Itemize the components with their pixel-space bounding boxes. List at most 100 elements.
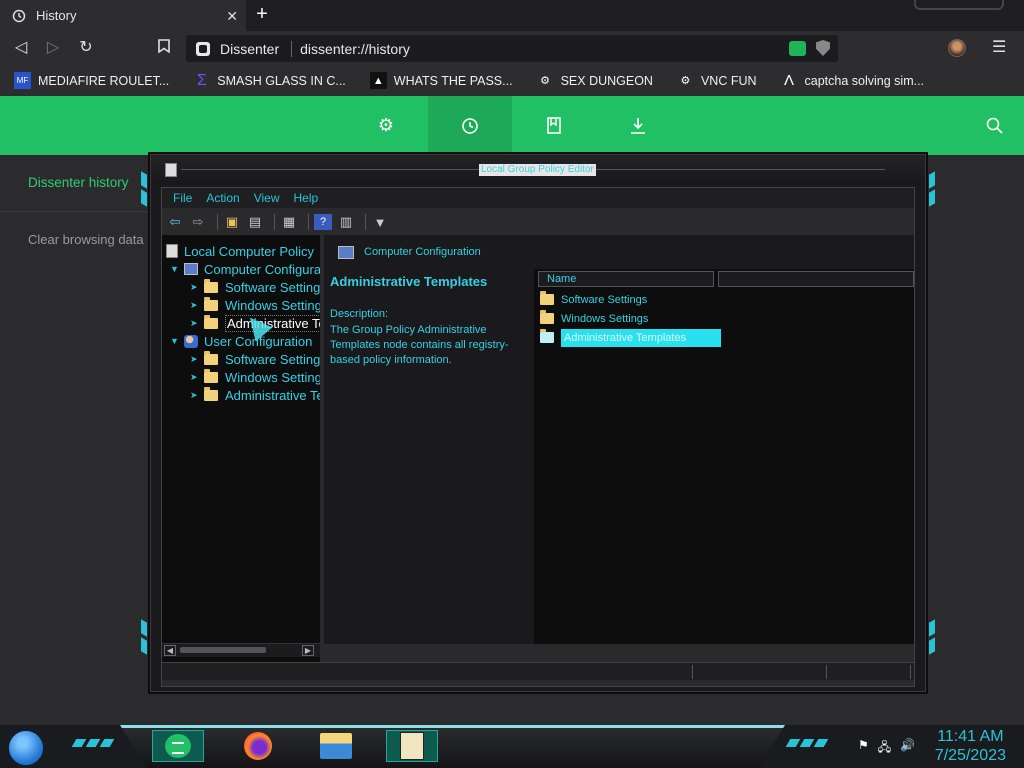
bookmark-item[interactable]: MF MEDIAFIRE ROULET... xyxy=(14,72,169,89)
forward-arrow-icon[interactable]: ⇨ xyxy=(189,214,207,230)
tree-label: Local Computer Policy xyxy=(184,243,315,259)
folder-icon xyxy=(540,291,554,305)
collapse-arrow-icon[interactable]: ➤ xyxy=(190,318,200,329)
network-icon[interactable]: 🖧 xyxy=(878,738,891,759)
bookmark-item[interactable]: ⚙ VNC FUN xyxy=(677,72,757,89)
window-titlebar[interactable]: Local Group Policy Editor xyxy=(151,155,925,185)
collapse-arrow-icon[interactable]: ➤ xyxy=(190,390,200,401)
tree-item-windows-settings[interactable]: ➤ Windows Settings xyxy=(190,296,320,314)
clock-date: 7/25/2023 xyxy=(934,747,1006,764)
site-name: Dissenter xyxy=(220,40,280,57)
back-icon[interactable]: ◁ xyxy=(12,39,30,57)
toolbar-separator xyxy=(365,214,366,230)
url-text[interactable]: dissenter://history xyxy=(300,41,410,57)
sigma-icon: Σ xyxy=(196,71,207,89)
column-header-name[interactable]: Name xyxy=(538,271,714,287)
list-item-administrative-templates[interactable]: Administrative Templates xyxy=(540,328,721,347)
volume-icon[interactable]: 🔊 xyxy=(900,738,915,759)
flag-icon[interactable]: ⚑ xyxy=(858,738,869,759)
mediafire-icon: MF xyxy=(14,72,31,89)
collapse-arrow-icon[interactable]: ➤ xyxy=(190,300,200,311)
bookmark-item[interactable]: Λ captcha solving sim... xyxy=(781,72,925,89)
help-icon[interactable]: ? xyxy=(314,214,332,230)
column-header-empty[interactable] xyxy=(718,271,914,287)
folder-icon xyxy=(204,314,218,329)
collapse-arrow-icon[interactable]: ➤ xyxy=(190,282,200,293)
menu-help[interactable]: Help xyxy=(294,191,319,205)
folder-icon xyxy=(204,278,218,293)
tree-item-user-windows-settings[interactable]: ➤ Windows Settings xyxy=(190,368,320,386)
scrollbar-thumb[interactable] xyxy=(180,647,266,653)
history-icon[interactable] xyxy=(428,96,512,155)
menu-view[interactable]: View xyxy=(254,191,280,205)
file-explorer-icon xyxy=(320,733,352,759)
taskbar-app-dissenter[interactable] xyxy=(152,730,204,762)
tree-item-user-configuration[interactable]: ▼ User Configuration xyxy=(170,332,312,350)
expand-arrow-icon[interactable]: ▼ xyxy=(170,264,180,274)
list-item-software-settings[interactable]: Software Settings xyxy=(540,291,647,308)
bookmark-item[interactable]: Σ SMASH GLASS IN C... xyxy=(193,72,346,89)
tree-horizontal-scrollbar[interactable]: ◀ ▶ xyxy=(162,643,320,657)
taskbar-app-policy-editor[interactable] xyxy=(386,730,438,762)
back-arrow-icon[interactable]: ⇦ xyxy=(166,214,184,230)
scroll-right-icon[interactable]: ▶ xyxy=(302,645,314,656)
status-segment xyxy=(692,665,693,679)
menu-action[interactable]: Action xyxy=(206,191,239,205)
page-title[interactable]: Dissenter history xyxy=(28,175,129,190)
new-tab-button[interactable]: + xyxy=(252,4,272,25)
tab-history[interactable]: History ✕ xyxy=(0,0,246,31)
taskbar-app-file-explorer[interactable] xyxy=(310,730,362,762)
list-item-windows-settings[interactable]: Windows Settings xyxy=(540,310,648,327)
address-bar[interactable]: Dissenter dissenter://history xyxy=(186,35,838,62)
list-item-label: Software Settings xyxy=(561,293,648,306)
taskbar-apps xyxy=(120,725,785,768)
bookmark-label: SMASH GLASS IN C... xyxy=(217,73,346,88)
up-folder-icon[interactable]: ▣ xyxy=(223,214,241,230)
start-button[interactable] xyxy=(8,730,44,766)
bookmarks-icon[interactable] xyxy=(512,96,596,155)
forward-icon[interactable]: ▷ xyxy=(44,39,62,57)
bookmark-label: captcha solving sim... xyxy=(804,73,925,88)
folder-icon xyxy=(540,310,554,324)
scroll-left-icon[interactable]: ◀ xyxy=(164,645,176,656)
navigation-bar: ◁ ▷ ↻ Dissenter dissenter://history ☰ xyxy=(0,31,1024,65)
bookmark-item[interactable]: ▲ WHATS THE PASS... xyxy=(369,72,513,89)
reload-icon[interactable]: ↻ xyxy=(77,39,95,57)
bookmark-icon[interactable] xyxy=(155,39,173,57)
clock[interactable]: 11:41 AM 7/25/2023 xyxy=(935,727,1006,765)
tree-item-user-administrative-templates[interactable]: ➤ Administrative Templates xyxy=(190,386,320,404)
list-item-label: Administrative Templates xyxy=(561,328,721,347)
list-item-label: Windows Settings xyxy=(561,312,649,325)
taskbar-app-firefox[interactable] xyxy=(232,730,284,762)
clock-time: 11:41 AM xyxy=(937,728,1004,745)
collapse-arrow-icon[interactable]: ➤ xyxy=(190,372,200,383)
filter-icon[interactable]: ▼ xyxy=(371,214,389,230)
settings-icon[interactable]: ⚙ xyxy=(344,96,428,155)
clear-browsing-data-link[interactable]: Clear browsing data xyxy=(28,232,144,247)
show-hide-tree-icon[interactable]: ▤ xyxy=(246,214,264,230)
profile-avatar[interactable] xyxy=(948,39,966,57)
menu-icon[interactable]: ☰ xyxy=(992,37,1006,57)
search-icon[interactable] xyxy=(952,96,1024,155)
close-tab-icon[interactable]: ✕ xyxy=(226,8,238,25)
export-list-icon[interactable]: ▦ xyxy=(280,214,298,230)
details-header: Computer Configuration xyxy=(324,235,914,269)
address-bar-actions xyxy=(789,40,830,56)
menu-file[interactable]: File xyxy=(173,191,192,205)
toolbar: ⇦ ⇨ ▣ ▤ ▦ ? ▥ ▼ xyxy=(162,210,914,234)
expand-arrow-icon[interactable]: ▼ xyxy=(170,336,180,346)
tree-item-user-software-settings[interactable]: ➤ Software Settings xyxy=(190,350,320,368)
bookmark-item[interactable]: ⚙ SEX DUNGEON xyxy=(537,72,653,89)
tree-item-local-computer-policy[interactable]: Local Computer Policy xyxy=(166,242,314,260)
collapse-arrow-icon[interactable]: ➤ xyxy=(190,354,200,365)
tree-item-software-settings[interactable]: ➤ Software Settings xyxy=(190,278,320,296)
toolbar-separator xyxy=(217,214,218,230)
site-indicator[interactable]: Dissenter xyxy=(196,41,279,57)
tree-item-computer-configuration[interactable]: ▼ Computer Configuration xyxy=(170,260,320,278)
dissenter-comment-icon[interactable] xyxy=(789,40,806,56)
status-bar xyxy=(162,662,914,680)
download-icon[interactable] xyxy=(596,96,680,155)
properties-icon[interactable]: ▥ xyxy=(337,214,355,230)
shield-icon[interactable] xyxy=(816,40,830,56)
computer-icon xyxy=(338,245,354,259)
